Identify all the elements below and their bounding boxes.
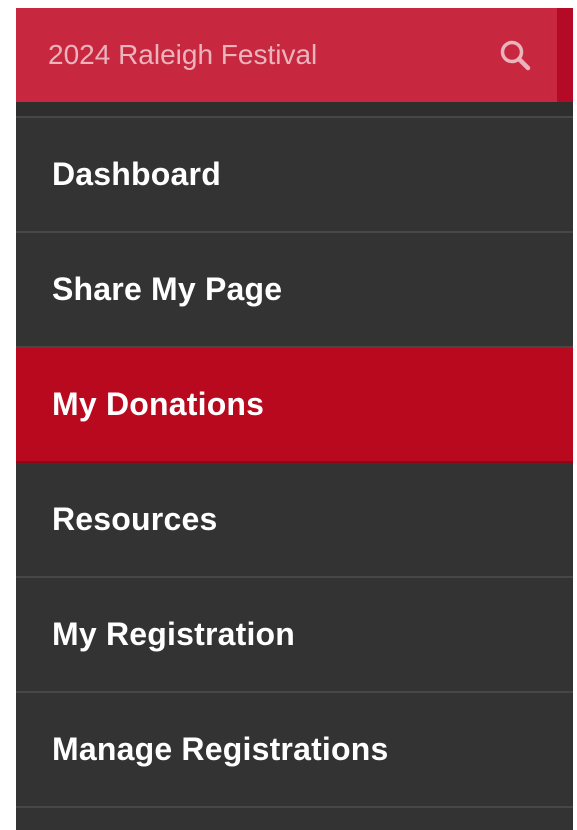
search-icon: [500, 40, 531, 71]
nav-item-share-my-page[interactable]: Share My Page: [16, 233, 573, 348]
nav-item-dashboard[interactable]: Dashboard: [16, 118, 573, 233]
search-bar-accent: [557, 8, 573, 102]
nav-item-label: Dashboard: [52, 156, 221, 192]
nav-item-label: Share My Page: [52, 271, 283, 307]
menu-divider: [16, 102, 573, 118]
nav-item-my-donations[interactable]: My Donations: [16, 348, 573, 463]
search-button[interactable]: [492, 32, 538, 78]
nav-item-my-registration[interactable]: My Registration: [16, 578, 573, 693]
navigation-panel: Dashboard Share My Page My Donations Res…: [16, 8, 573, 830]
nav-item-label: Resources: [52, 501, 218, 537]
nav-item-manage-registrations[interactable]: Manage Registrations: [16, 693, 573, 808]
nav-item-label: Manage Registrations: [52, 731, 389, 767]
nav-menu: Dashboard Share My Page My Donations Res…: [16, 118, 573, 808]
search-input[interactable]: [16, 8, 486, 102]
nav-item-label: My Donations: [52, 386, 265, 422]
nav-item-label: My Registration: [52, 616, 296, 652]
nav-item-resources[interactable]: Resources: [16, 463, 573, 578]
search-bar: [16, 8, 557, 102]
